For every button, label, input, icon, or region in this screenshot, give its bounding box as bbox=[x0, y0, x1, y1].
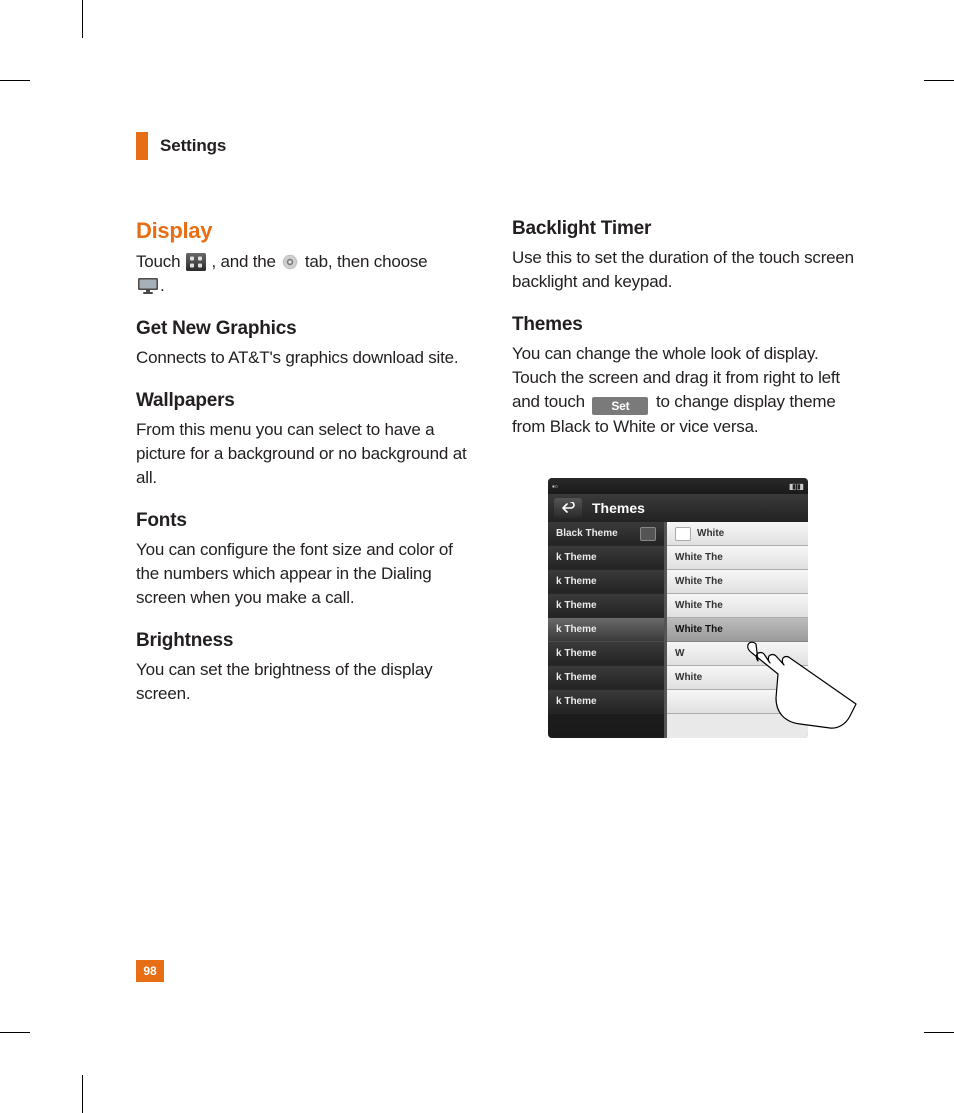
fonts-heading: Fonts bbox=[136, 510, 480, 532]
apps-icon bbox=[186, 253, 206, 271]
thumb-icon bbox=[640, 527, 656, 541]
black-theme-list: Black Theme k Theme k Theme k Theme k Theme k… bbox=[548, 522, 664, 738]
crop-mark bbox=[924, 80, 954, 81]
screen-title: Themes bbox=[592, 500, 645, 516]
get-new-graphics-heading: Get New Graphics bbox=[136, 318, 480, 340]
set-button-inline: Set bbox=[592, 397, 648, 415]
phone-shell: ▪▫ ◧◨ Themes Black Theme k Theme k Theme k … bbox=[548, 478, 808, 738]
page: Settings Display Touch bbox=[0, 0, 954, 1113]
crop-mark bbox=[0, 80, 30, 81]
list-item-label: W bbox=[675, 648, 684, 659]
monitor-icon bbox=[137, 277, 159, 295]
white-theme-list: White White The White The White The White Th… bbox=[664, 522, 808, 738]
back-icon bbox=[554, 498, 582, 518]
wallpapers-heading: Wallpapers bbox=[136, 390, 480, 412]
text: , and the bbox=[211, 252, 275, 271]
text: . bbox=[160, 276, 165, 295]
set-button-label: Set bbox=[611, 394, 629, 418]
left-column: Display Touch , and the bbox=[136, 218, 480, 710]
list-item-label: White The bbox=[675, 600, 723, 611]
fonts-body: You can configure the font size and colo… bbox=[136, 538, 480, 610]
crop-mark bbox=[82, 1075, 83, 1113]
status-right: ◧◨ bbox=[789, 482, 804, 491]
list-item-label: White The bbox=[675, 552, 723, 563]
list-item: White The bbox=[667, 594, 808, 618]
list-item: White bbox=[667, 666, 808, 690]
list-item-label: White bbox=[675, 672, 702, 683]
brightness-heading: Brightness bbox=[136, 630, 480, 652]
page-number-value: 98 bbox=[143, 964, 156, 978]
get-new-graphics-body: Connects to AT&T's graphics download sit… bbox=[136, 346, 480, 370]
header-title: Settings bbox=[160, 136, 226, 156]
themes-body: You can change the whole look of display… bbox=[512, 342, 856, 439]
list-item-label: White bbox=[697, 528, 724, 539]
list-item-label: k Theme bbox=[556, 648, 597, 659]
page-number: 98 bbox=[136, 960, 164, 982]
display-heading: Display bbox=[136, 218, 480, 244]
list-item-label: k Theme bbox=[556, 624, 597, 635]
list-item-label: Black Theme bbox=[556, 528, 618, 539]
list-item: White The bbox=[667, 546, 808, 570]
list-item: k Theme bbox=[548, 666, 664, 690]
list-item bbox=[667, 690, 808, 714]
list-item: White bbox=[667, 522, 808, 546]
brightness-body: You can set the brightness of the displa… bbox=[136, 658, 480, 706]
title-bar: Themes bbox=[548, 494, 808, 522]
list-item: k Theme bbox=[548, 594, 664, 618]
gear-icon bbox=[281, 253, 299, 271]
list-item-label: White The bbox=[675, 576, 723, 587]
list-item-label: k Theme bbox=[556, 672, 597, 683]
backlight-body: Use this to set the duration of the touc… bbox=[512, 246, 856, 294]
list-item-label: k Theme bbox=[556, 600, 597, 611]
text: Touch bbox=[136, 252, 180, 271]
themes-heading: Themes bbox=[512, 314, 856, 336]
thumb-icon bbox=[675, 527, 691, 541]
list-item-label: k Theme bbox=[556, 696, 597, 707]
wallpapers-body: From this menu you can select to have a … bbox=[136, 418, 480, 490]
display-intro: Touch , and the bbox=[136, 250, 480, 298]
crop-mark bbox=[82, 0, 83, 38]
backlight-heading: Backlight Timer bbox=[512, 218, 856, 240]
status-bar: ▪▫ ◧◨ bbox=[548, 478, 808, 494]
list-item-label: k Theme bbox=[556, 576, 597, 587]
text: tab, then choose bbox=[305, 252, 428, 271]
list-item: White The bbox=[667, 570, 808, 594]
list-item: White The bbox=[667, 618, 808, 642]
list-item: k Theme bbox=[548, 546, 664, 570]
list-item: k Theme bbox=[548, 690, 664, 714]
header-accent-bar bbox=[136, 132, 148, 160]
page-header: Settings bbox=[136, 132, 226, 160]
list-item: k Theme bbox=[548, 570, 664, 594]
crop-mark bbox=[924, 1032, 954, 1033]
themes-screenshot-figure: ▪▫ ◧◨ Themes Black Theme k Theme k Theme k … bbox=[548, 478, 808, 738]
crop-mark bbox=[0, 1032, 30, 1033]
list-item-label: White The bbox=[675, 624, 723, 635]
status-left: ▪▫ bbox=[552, 482, 558, 491]
list-item: k Theme bbox=[548, 618, 664, 642]
list-item: W bbox=[667, 642, 808, 666]
list-item-label: k Theme bbox=[556, 552, 597, 563]
list-item: k Theme bbox=[548, 642, 664, 666]
screens-row: Black Theme k Theme k Theme k Theme k Theme k… bbox=[548, 522, 808, 738]
list-item: Black Theme bbox=[548, 522, 664, 546]
